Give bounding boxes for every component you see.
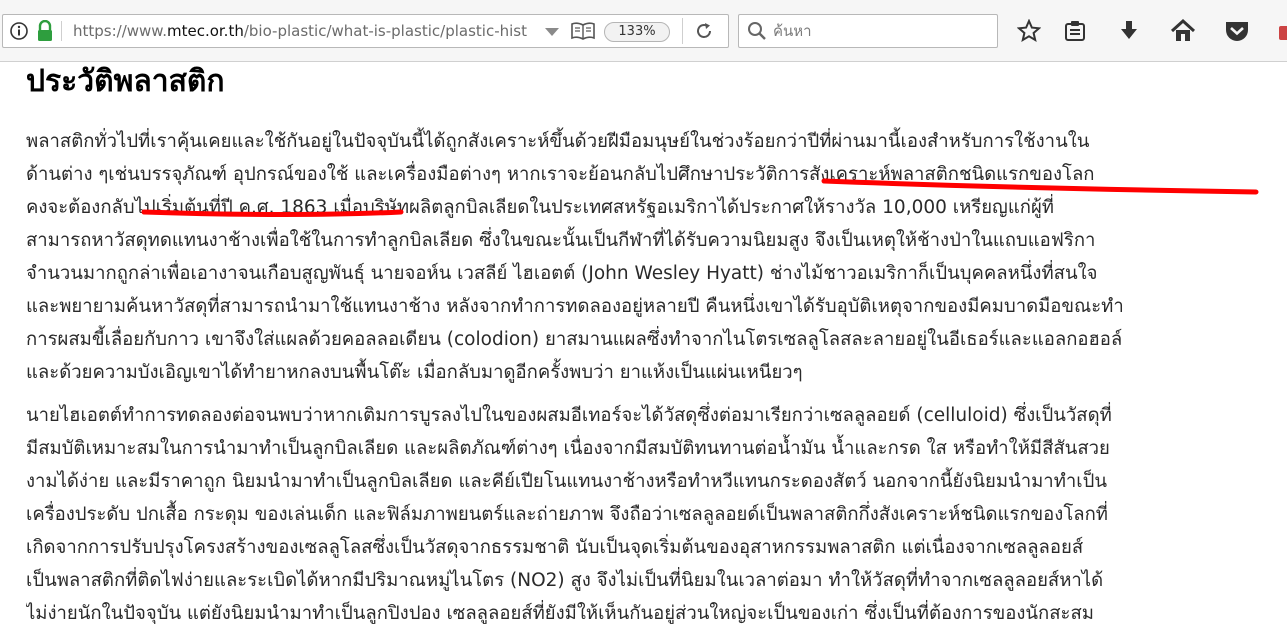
url-prefix: https://www. (73, 22, 167, 40)
article-content: ประวัติพลาสติก พลาสติกทั่วไปที่เราคุ้นเค… (26, 62, 1281, 641)
reader-view-icon[interactable] (570, 21, 596, 41)
lock-icon (38, 20, 52, 41)
dropdown-icon[interactable] (544, 26, 560, 38)
url-bar[interactable]: https://www.mtec.or.th/bio-plastic/what-… (2, 14, 729, 48)
text-line: งามได้ง่าย และมีราคาถูก นิยมนำมาทำเป็นลู… (26, 471, 1107, 492)
url-text[interactable]: https://www.mtec.or.th/bio-plastic/what-… (73, 15, 541, 47)
bookmark-star-icon[interactable] (1017, 19, 1041, 43)
paragraph-1: พลาสติกทั่วไปที่เราคุ้นเคยและใช้กันอยู่ใ… (26, 125, 1262, 389)
pocket-icon[interactable] (1224, 19, 1250, 43)
text-line: นายไฮเอตต์ทำการทดลองต่อจนพบว่าหากเติมการ… (26, 405, 1112, 426)
text-line: มีสมบัติเหมาะสมในการนำมาทำเป็นลูกบิลเลีย… (26, 438, 1110, 459)
text-line: คงจะต้องกลับไปเริ่มต้นที่ปี ค.ศ. 1863 เม… (26, 197, 1054, 218)
text-line: และพยายามค้นหาวัสดุที่สามารถนำมาใช้แทนงา… (26, 296, 1124, 317)
search-placeholder: ค้นหา (773, 22, 812, 40)
zoom-indicator[interactable]: 133% (604, 22, 670, 42)
text-line: การผสมขี้เลื่อยกับกาว เขาจึงใส่แผลด้วยคอ… (26, 329, 1123, 350)
url-path: /bio-plastic/what-is-plastic/plastic-his… (243, 22, 527, 40)
search-bar[interactable]: ค้นหา (738, 14, 998, 48)
browser-toolbar: https://www.mtec.or.th/bio-plastic/what-… (0, 0, 1287, 62)
text-line: เป็นพลาสติกที่ติดไฟง่ายและระเบิดได้หากมี… (26, 570, 1104, 591)
urlbar-divider-2 (682, 18, 683, 44)
page-title: ประวัติพลาสติก (26, 64, 225, 99)
text-line: พลาสติกทั่วไปที่เราคุ้นเคยและใช้กันอยู่ใ… (26, 131, 1090, 152)
bookmarks-list-icon[interactable] (1063, 19, 1087, 43)
urlbar-divider (61, 21, 62, 41)
text-line: ด้านต่าง ๆเช่นบรรจุภัณฑ์ อุปกรณ์ของใช้ แ… (26, 164, 1095, 185)
text-line: และด้วยความบังเอิญเขาได้ทำยาหกลงบนพื้นโต… (26, 362, 803, 383)
text-line: เกิดจากการปรับปรุงโครงสร้างของเซลลูโลสซึ… (26, 537, 1084, 558)
reload-icon[interactable] (694, 21, 714, 41)
paragraph-2: นายไฮเอตต์ทำการทดลองต่อจนพบว่าหากเติมการ… (26, 399, 1262, 630)
text-line: สามารถหาวัสดุทดแทนงาช้างเพื่อใช้ในการทำล… (26, 230, 1096, 251)
overflow-edge-icon[interactable] (1279, 26, 1287, 40)
info-icon[interactable] (9, 21, 29, 41)
url-host: mtec.or.th (166, 22, 244, 40)
home-icon[interactable] (1170, 18, 1196, 44)
text-line: จำนวนมากถูกล่าเพื่อเอางาจนเกือบสูญพันธุ์… (26, 263, 1098, 284)
search-icon (748, 22, 766, 40)
text-line: เครื่องประดับ ปกเสื้อ กระดุม ของเล่นเด็ก… (26, 504, 1108, 525)
text-line: ไม่ง่ายนักในปัจจุบัน แต่ยังนิยมนำมาทำเป็… (26, 603, 1094, 624)
download-icon[interactable] (1117, 19, 1141, 43)
